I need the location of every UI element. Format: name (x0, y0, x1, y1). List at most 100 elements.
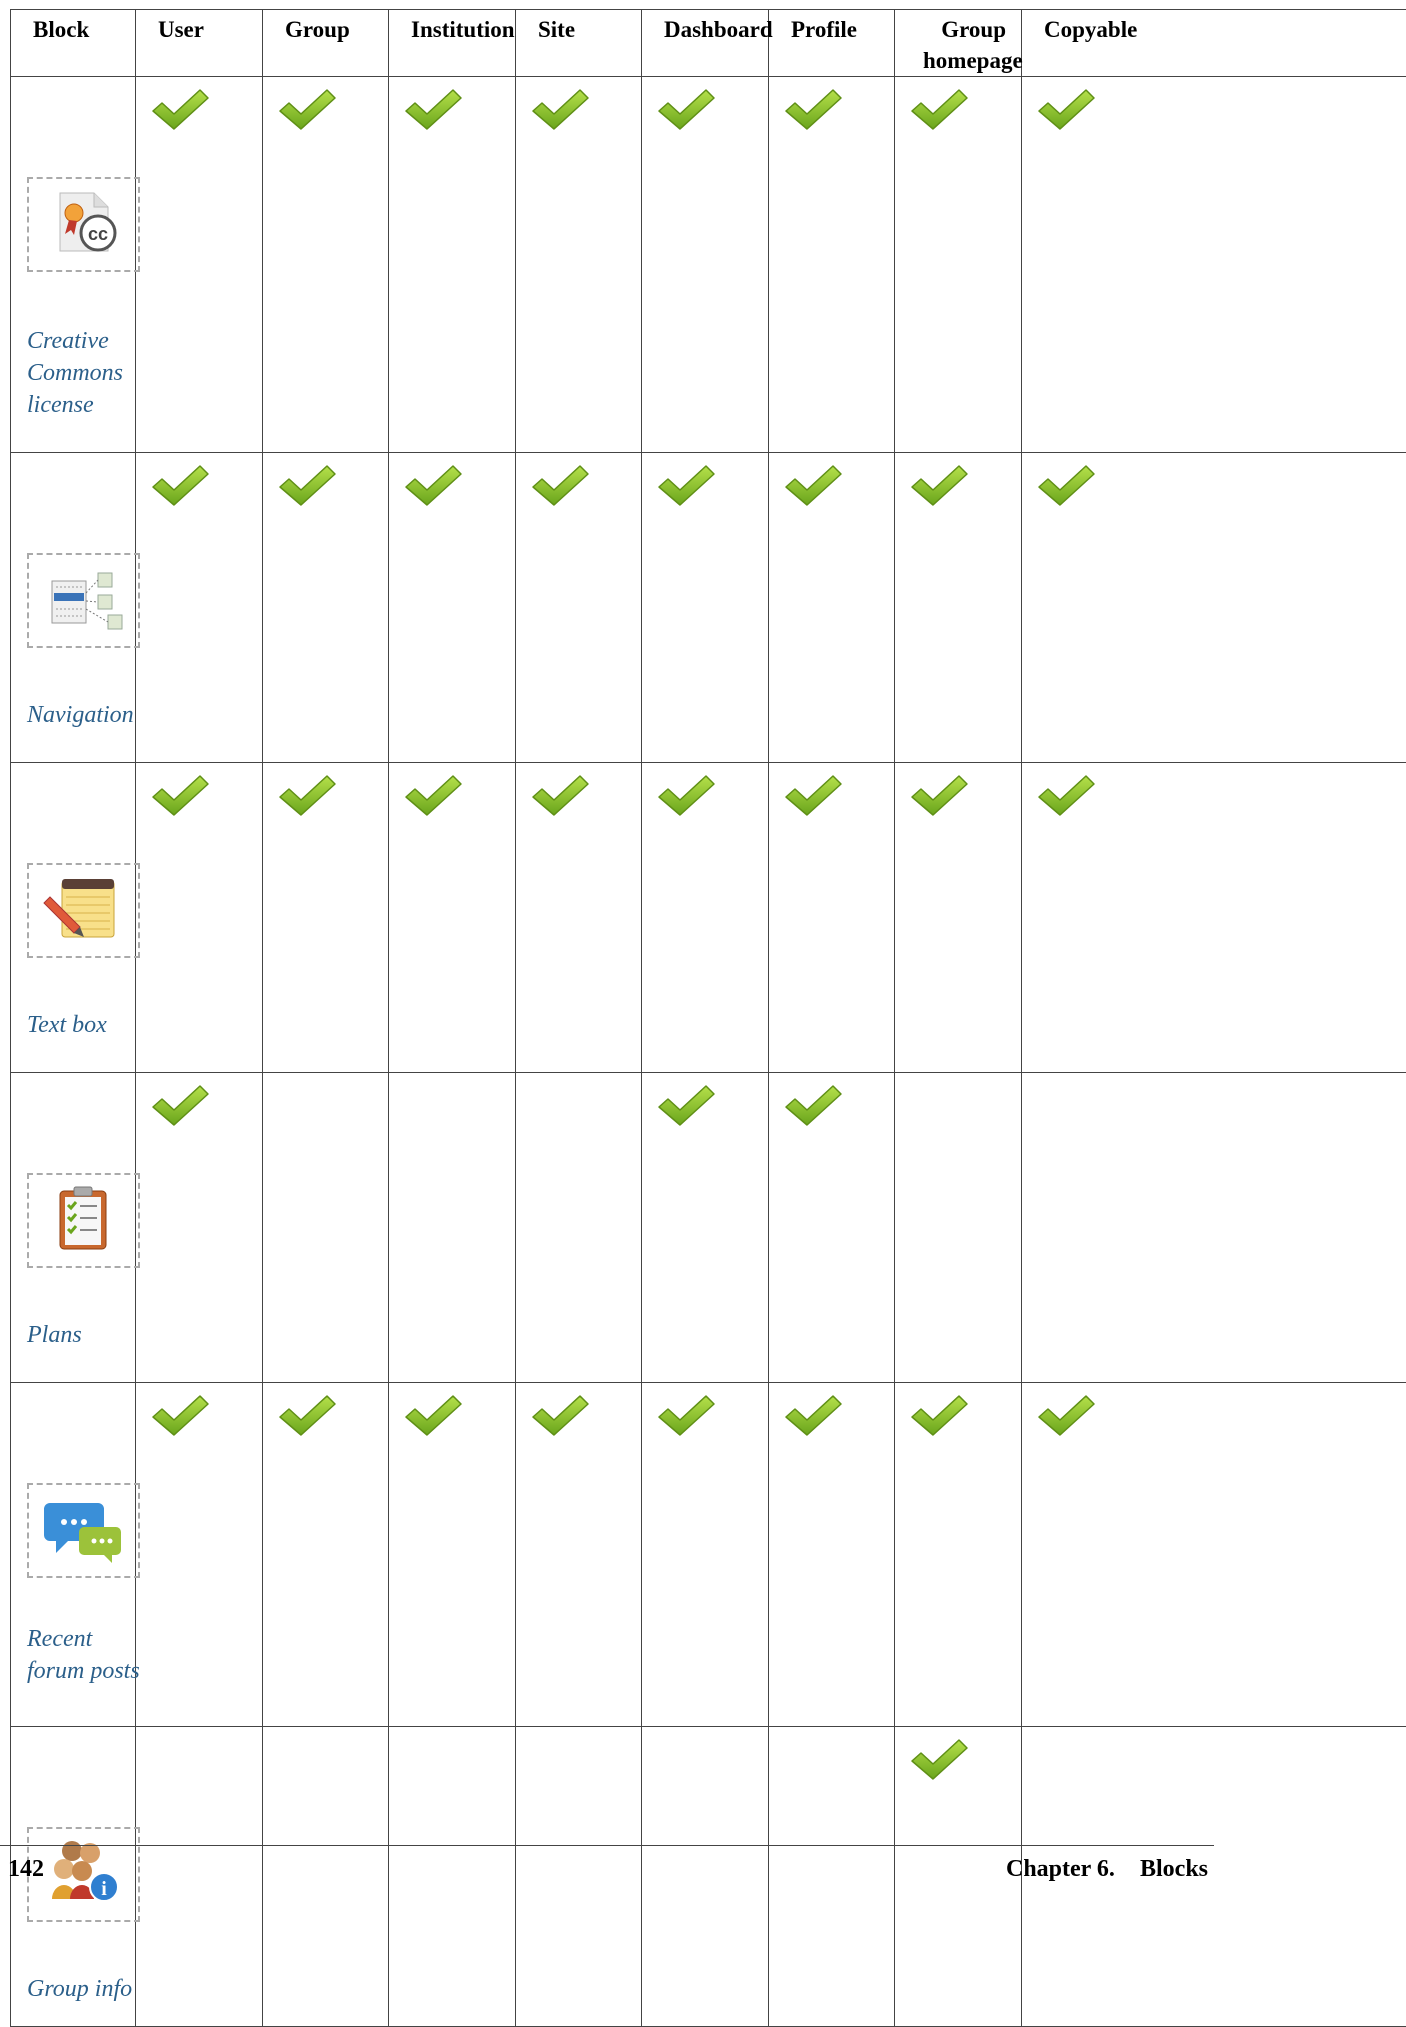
availability-cell (263, 77, 389, 453)
header-site: Site (516, 10, 642, 77)
availability-cell (642, 1073, 769, 1383)
checkmark-icon (656, 1082, 716, 1128)
plans-icon (42, 1183, 126, 1258)
availability-cell (263, 1727, 389, 2027)
checkmark-icon (783, 1392, 843, 1438)
availability-cell (389, 77, 516, 453)
checkmark-icon (656, 86, 716, 132)
availability-cell (516, 1383, 642, 1727)
block-cell: Recentforum posts (11, 1383, 136, 1727)
checkmark-icon (403, 1392, 463, 1438)
chapter-title: Blocks (1140, 1856, 1208, 1883)
availability-cell (642, 77, 769, 453)
availability-cell (136, 1073, 263, 1383)
checkmark-icon (1036, 1392, 1096, 1438)
availability-cell (263, 1383, 389, 1727)
header-row: Block User Group Institution Site Dashbo… (11, 10, 1406, 77)
table-row: Recentforum posts (11, 1383, 1406, 1727)
header-group-homepage: Group homepage (895, 10, 1022, 77)
checkmark-icon (909, 772, 969, 818)
checkmark-icon (656, 772, 716, 818)
checkmark-icon (909, 86, 969, 132)
block-icon-frame: cc (27, 177, 140, 272)
table-row: Text box (11, 763, 1406, 1073)
availability-cell (136, 77, 263, 453)
availability-cell (516, 763, 642, 1073)
header-copyable: Copyable (1022, 10, 1406, 77)
availability-cell (895, 1727, 1022, 2027)
group-info-icon: i (42, 1837, 126, 1912)
checkmark-icon (656, 462, 716, 508)
recent-forum-posts-icon (42, 1493, 126, 1568)
availability-cell (895, 1073, 1022, 1383)
availability-cell (136, 1383, 263, 1727)
availability-cell (136, 763, 263, 1073)
block-icon-frame (27, 1483, 140, 1578)
header-institution: Institution (389, 10, 516, 77)
table-row: Navigation (11, 453, 1406, 763)
page-number: 142 (8, 1856, 44, 1883)
checkmark-icon (530, 772, 590, 818)
availability-cell (389, 763, 516, 1073)
block-cell: ccCreativeCommonslicense (11, 77, 136, 453)
availability-cell (389, 453, 516, 763)
checkmark-icon (150, 1392, 210, 1438)
availability-cell (1022, 77, 1406, 453)
availability-cell (263, 1073, 389, 1383)
availability-cell (769, 1383, 895, 1727)
checkmark-icon (150, 1082, 210, 1128)
navigation-icon (42, 563, 126, 638)
checkmark-icon (783, 86, 843, 132)
checkmark-icon (150, 86, 210, 132)
checkmark-icon (783, 772, 843, 818)
block-cell: Navigation (11, 453, 136, 763)
checkmark-icon (530, 462, 590, 508)
checkmark-icon (403, 772, 463, 818)
availability-cell (769, 1727, 895, 2027)
checkmark-icon (656, 1392, 716, 1438)
checkmark-icon (150, 772, 210, 818)
availability-cell (642, 1383, 769, 1727)
checkmark-icon (909, 462, 969, 508)
checkmark-icon (277, 86, 337, 132)
availability-cell (895, 763, 1022, 1073)
availability-cell (136, 1727, 263, 2027)
block-icon-frame (27, 863, 140, 958)
checkmark-icon (277, 772, 337, 818)
blocks-table: Block User Group Institution Site Dashbo… (10, 9, 1406, 2027)
header-group: Group (263, 10, 389, 77)
block-cell: Text box (11, 763, 136, 1073)
availability-cell (769, 77, 895, 453)
availability-cell (895, 453, 1022, 763)
availability-cell (769, 453, 895, 763)
checkmark-icon (150, 462, 210, 508)
availability-cell (642, 763, 769, 1073)
checkmark-icon (277, 1392, 337, 1438)
checkmark-icon (1036, 462, 1096, 508)
availability-cell (389, 1073, 516, 1383)
checkmark-icon (783, 1082, 843, 1128)
checkmark-icon (403, 462, 463, 508)
text-box-icon (42, 873, 126, 948)
checkmark-icon (277, 462, 337, 508)
checkmark-icon (530, 86, 590, 132)
header-dashboard: Dashboard (642, 10, 769, 77)
svg-text:i: i (101, 1878, 107, 1900)
checkmark-icon (530, 1392, 590, 1438)
checkmark-icon (403, 86, 463, 132)
availability-cell (516, 1073, 642, 1383)
availability-cell (263, 453, 389, 763)
footer-rule (0, 1845, 1214, 1846)
availability-cell (895, 1383, 1022, 1727)
availability-cell (1022, 1383, 1406, 1727)
availability-cell (136, 453, 263, 763)
chapter-label: Chapter 6. (1006, 1856, 1115, 1883)
availability-cell (642, 453, 769, 763)
availability-cell (389, 1383, 516, 1727)
header-block: Block (11, 10, 136, 77)
checkmark-icon (783, 462, 843, 508)
availability-cell (263, 763, 389, 1073)
header-group-homepage-line1: Group (941, 17, 1006, 42)
availability-cell (516, 453, 642, 763)
availability-cell (769, 763, 895, 1073)
